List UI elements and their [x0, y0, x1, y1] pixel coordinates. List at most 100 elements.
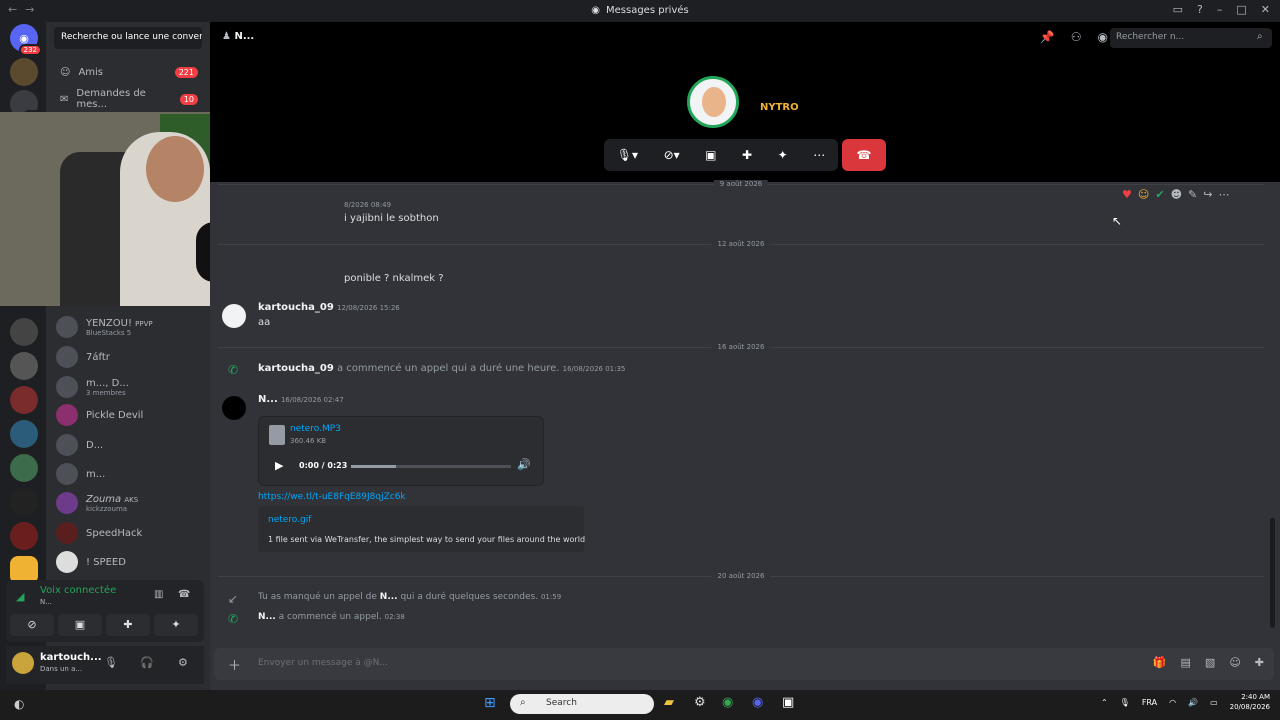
- avatar[interactable]: [222, 396, 246, 420]
- taskbar-search-label: Search: [546, 698, 577, 708]
- dm-item[interactable]: Zouma AKS kickzzouma: [56, 490, 206, 516]
- check-react-icon[interactable]: ✔: [1155, 188, 1164, 201]
- play-icon[interactable]: ▶: [275, 459, 283, 472]
- server-icon-8[interactable]: [10, 488, 38, 516]
- search-input[interactable]: Rechercher n...: [1110, 28, 1272, 48]
- forward-icon[interactable]: ↪: [1203, 188, 1212, 201]
- pin-icon[interactable]: 📌: [1040, 30, 1055, 44]
- app-icon[interactable]: ⚙: [694, 695, 706, 710]
- file-link[interactable]: netero.MP3: [290, 424, 341, 434]
- profile-icon[interactable]: ◉: [1098, 30, 1108, 44]
- dm-item[interactable]: YENZOU! PPVP BlueStacks 5: [56, 314, 206, 340]
- gift-icon[interactable]: 🎁: [1153, 656, 1167, 669]
- sidebar-item-message-requests[interactable]: ✉ Demandes de mes... 10: [54, 88, 204, 110]
- battery-icon[interactable]: ▭: [1210, 698, 1218, 707]
- dm-item[interactable]: m..., D... 3 membres: [56, 374, 206, 400]
- apps-icon[interactable]: ✚: [1255, 656, 1264, 669]
- volume-icon[interactable]: 🔊: [517, 458, 531, 471]
- hangup-button[interactable]: ☎: [842, 139, 886, 171]
- help-icon[interactable]: ?: [1197, 3, 1203, 16]
- screen-share-icon[interactable]: ▣: [705, 148, 716, 162]
- avatar[interactable]: [687, 76, 739, 128]
- server-icon-1[interactable]: [10, 58, 38, 86]
- add-reaction-icon[interactable]: ☻: [1171, 188, 1182, 201]
- avatar: [56, 316, 78, 338]
- message-author[interactable]: kartoucha_09: [258, 363, 334, 374]
- noise-suppression-icon[interactable]: ▥: [154, 589, 163, 600]
- sidebar-item-friends[interactable]: ☺ Amis 221: [54, 61, 204, 83]
- heart-react-icon[interactable]: ♥: [1122, 188, 1132, 201]
- camera-off-icon[interactable]: ⊘▾: [664, 148, 680, 162]
- discord-taskbar-icon[interactable]: ◉: [752, 695, 763, 710]
- dm-avatar-icon: ♟: [222, 31, 231, 42]
- avatar[interactable]: [12, 652, 34, 674]
- camera-off-button[interactable]: ⊘: [10, 614, 54, 636]
- message-author[interactable]: N...: [258, 394, 278, 405]
- user-panel: kartouch... Dans un a... 🎙 🎧 ⚙: [6, 646, 204, 684]
- server-icon-4[interactable]: [10, 352, 38, 380]
- emoji-icon[interactable]: ☺: [1229, 656, 1240, 669]
- more-icon[interactable]: ⋯: [1218, 188, 1229, 201]
- dm-item[interactable]: ! SPEED: [56, 549, 206, 575]
- scrollbar[interactable]: [1270, 518, 1275, 628]
- clock[interactable]: 2:40 AM 20/08/2026: [1230, 692, 1270, 712]
- dm-item[interactable]: D...: [56, 432, 206, 458]
- soundboard-icon[interactable]: ✦: [778, 148, 788, 162]
- file-explorer-icon[interactable]: ▰: [664, 695, 674, 710]
- add-friend-icon[interactable]: ⚇: [1071, 30, 1082, 44]
- embed-title[interactable]: netero.gif: [268, 515, 311, 525]
- microphone-icon[interactable]: 🎙▾: [617, 148, 638, 162]
- soundboard-button[interactable]: ✦: [154, 614, 198, 636]
- chevron-up-icon[interactable]: ⌃: [1101, 698, 1108, 707]
- avatar[interactable]: [222, 304, 246, 328]
- dm-search-input[interactable]: Recherche ou lance une conver...: [54, 27, 202, 49]
- dm-sub: 3 membres: [86, 388, 126, 397]
- dm-name: 7áftr: [86, 351, 110, 363]
- language-indicator[interactable]: FRA: [1142, 698, 1157, 707]
- screen-share-button[interactable]: ▣: [58, 614, 102, 636]
- disconnect-icon[interactable]: ☎: [178, 589, 190, 600]
- chrome-icon[interactable]: ◉: [722, 695, 733, 710]
- more-icon[interactable]: ⋯: [813, 148, 825, 162]
- windows-start-icon[interactable]: ⊞: [484, 695, 496, 711]
- server-icon-7[interactable]: [10, 454, 38, 482]
- avatar[interactable]: NYTRO: [752, 76, 804, 128]
- maximize-icon[interactable]: □: [1236, 3, 1246, 16]
- message-author[interactable]: kartoucha_09: [258, 302, 334, 313]
- audio-progress-bar[interactable]: [351, 465, 511, 468]
- message-input[interactable]: Envoyer un message à @N...: [258, 658, 388, 668]
- server-icon-6[interactable]: [10, 420, 38, 448]
- server-icon-9[interactable]: [10, 522, 38, 550]
- microphone-icon[interactable]: 🎙: [104, 656, 118, 669]
- server-icon-3[interactable]: [10, 318, 38, 346]
- message-author[interactable]: N...: [380, 592, 398, 602]
- sticker-icon[interactable]: ▧: [1205, 656, 1215, 669]
- home-button[interactable]: ◉ 232: [10, 24, 42, 56]
- microphone-icon[interactable]: 🎙: [1120, 698, 1130, 707]
- headphones-icon[interactable]: 🎧: [140, 656, 154, 669]
- add-attachment-icon[interactable]: ＋: [228, 655, 241, 674]
- message-link[interactable]: https://we.tl/t-uE8FqE89J8qjZc6k: [258, 492, 406, 502]
- dm-item[interactable]: m...: [56, 461, 206, 487]
- activities-icon[interactable]: ✚: [742, 148, 752, 162]
- server-icon-5[interactable]: [10, 386, 38, 414]
- volume-icon[interactable]: 🔊: [1188, 698, 1198, 707]
- inbox-icon[interactable]: ▭: [1173, 3, 1183, 16]
- activities-button[interactable]: ✚: [106, 614, 150, 636]
- terminal-icon[interactable]: ▣: [782, 695, 794, 710]
- dm-item[interactable]: Pickle Devil: [56, 402, 206, 428]
- widgets-icon[interactable]: ◐: [14, 697, 24, 711]
- message-timestamp: 02:38: [384, 613, 405, 621]
- taskbar-search[interactable]: ⌕ Search: [510, 694, 654, 714]
- edit-icon[interactable]: ✎: [1188, 188, 1197, 201]
- message-author[interactable]: N...: [258, 612, 276, 622]
- gear-icon[interactable]: ⚙: [178, 656, 188, 669]
- laugh-react-icon[interactable]: ☺: [1138, 188, 1149, 201]
- gif-icon[interactable]: ▤: [1181, 656, 1191, 669]
- dm-item[interactable]: 7áftr: [56, 344, 206, 370]
- dm-item[interactable]: SpeedHack: [56, 520, 206, 546]
- close-icon[interactable]: ✕: [1261, 3, 1270, 16]
- minimize-icon[interactable]: –: [1217, 3, 1223, 16]
- dm-sub: kickzzouma: [86, 504, 128, 513]
- wifi-icon[interactable]: ◠: [1169, 698, 1176, 707]
